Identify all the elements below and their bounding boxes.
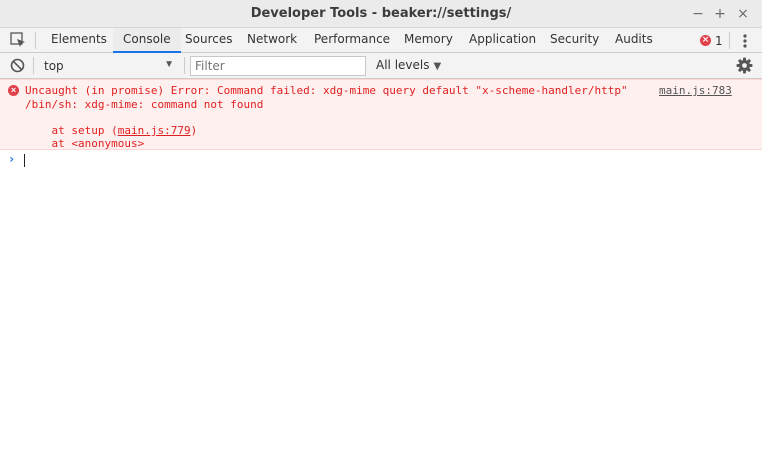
filter-input[interactable] (190, 56, 366, 76)
dropdown-arrow-icon: ▼ (433, 61, 442, 72)
stack-trace-text: ) (190, 124, 198, 137)
stack-trace-link[interactable]: main.js:779 (118, 124, 191, 137)
inspect-element-icon[interactable] (9, 31, 27, 49)
more-options-icon[interactable] (738, 32, 752, 50)
toolbar-divider (729, 32, 730, 49)
tab-memory[interactable]: Memory (394, 28, 463, 53)
stack-trace-line: at <anonymous> (25, 137, 145, 150)
toolbar-divider (33, 57, 34, 74)
error-icon: × (8, 85, 19, 96)
console-prompt[interactable]: › (0, 150, 762, 170)
gear-icon[interactable] (736, 57, 753, 74)
window-title: Developer Tools - beaker://settings/ (250, 6, 512, 21)
prompt-chevron-icon: › (8, 152, 16, 166)
close-window-button[interactable]: × (733, 4, 753, 24)
clear-console-icon[interactable] (10, 58, 25, 73)
console-error-message: × Uncaught (in promise) Error: Command f… (0, 79, 762, 150)
tab-application[interactable]: Application (459, 28, 546, 53)
error-icon: × (700, 35, 711, 46)
tab-network[interactable]: Network (237, 28, 307, 53)
devtools-tabbar: Elements Console Sources Network Perform… (0, 28, 762, 53)
toolbar-divider (184, 57, 185, 74)
tab-performance[interactable]: Performance (304, 28, 400, 53)
error-count-badge[interactable]: × 1 (700, 32, 723, 49)
log-levels-label: All levels (376, 58, 430, 72)
error-source-link[interactable]: main.js:783 (659, 84, 732, 97)
minimize-button[interactable]: − (688, 4, 708, 24)
tab-console[interactable]: Console (113, 28, 181, 53)
log-levels-dropdown[interactable]: All levels ▼ (376, 56, 441, 76)
dropdown-arrow-icon: ▼ (164, 59, 174, 70)
stack-trace-text: at setup ( (25, 124, 118, 137)
maximize-button[interactable]: + (710, 4, 730, 24)
tab-elements[interactable]: Elements (41, 28, 117, 53)
window-titlebar: Developer Tools - beaker://settings/ − +… (0, 0, 762, 28)
tab-sources[interactable]: Sources (175, 28, 242, 53)
tab-security[interactable]: Security (540, 28, 609, 53)
tab-audits[interactable]: Audits (605, 28, 663, 53)
error-count: 1 (715, 33, 723, 48)
error-text-line: Uncaught (in promise) Error: Command fai… (25, 84, 628, 97)
context-value: top (44, 59, 64, 73)
console-toolbar: top ▼ All levels▼ (0, 53, 762, 79)
error-text-line: /bin/sh: xdg-mime: command not found (25, 98, 264, 111)
text-caret (24, 154, 25, 167)
stack-trace-line: at setup (main.js:779) (25, 124, 197, 137)
context-selector[interactable]: top ▼ (38, 56, 180, 76)
toolbar-divider (35, 32, 36, 49)
